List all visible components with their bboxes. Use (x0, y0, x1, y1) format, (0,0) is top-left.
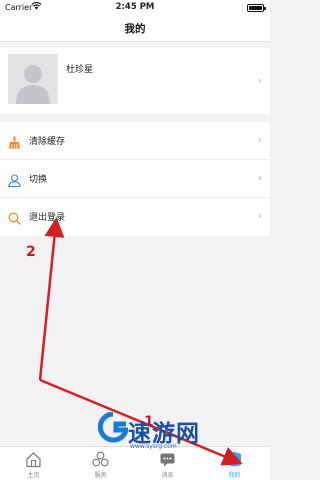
clock: 2:45 PM (115, 2, 155, 12)
user-icon (8, 172, 21, 188)
avatar-placeholder-icon (8, 54, 58, 104)
step-marker-2: 2 (26, 244, 36, 260)
status-bar: Carrier 2:45 PM (0, 0, 270, 16)
message-icon (159, 451, 176, 468)
chevron-right-icon: › (257, 209, 262, 222)
tab-label: 消息 (161, 472, 174, 479)
step-marker-1: 1 (144, 414, 154, 430)
tab-messages[interactable]: 消息 (134, 447, 201, 480)
tab-me[interactable]: 我的 (201, 447, 268, 480)
avatar (8, 54, 58, 104)
tab-bar: 主页 服务 消息 我的 (0, 446, 270, 480)
tab-home[interactable]: 主页 (0, 447, 67, 480)
search-icon (8, 210, 21, 225)
battery-icon (247, 4, 266, 12)
profile-row[interactable]: 杜珍星 › (0, 48, 270, 114)
tab-label: 服务 (94, 472, 107, 479)
tab-label: 我的 (228, 472, 241, 479)
services-icon (92, 451, 109, 468)
page-title: 我的 (124, 23, 146, 35)
menu-item-label: 退出登录 (29, 213, 66, 223)
watermark-logo-icon (97, 411, 130, 448)
arrow-to-logout (38, 217, 65, 381)
menu-list: 清除缓存 › 切换 › 退出登录 › (0, 122, 270, 236)
menu-item-label: 清除缓存 (29, 137, 66, 147)
profile-name: 杜珍星 (66, 65, 94, 75)
menu-item-clear-cache[interactable]: 清除缓存 › (0, 122, 270, 160)
menu-item-switch[interactable]: 切换 › (0, 160, 270, 198)
chevron-right-icon: › (257, 74, 262, 87)
watermark-text: 速游网 (128, 420, 200, 447)
home-icon (25, 451, 42, 468)
chevron-right-icon: › (257, 171, 262, 184)
tab-label: 主页 (27, 472, 40, 479)
tab-services[interactable]: 服务 (67, 447, 134, 480)
chevron-right-icon: › (257, 133, 262, 146)
profile-icon (226, 451, 243, 468)
nav-bar: 我的 (0, 16, 270, 42)
menu-item-label: 切换 (29, 175, 48, 185)
menu-item-logout[interactable]: 退出登录 › (0, 198, 270, 236)
broom-icon (8, 134, 21, 149)
